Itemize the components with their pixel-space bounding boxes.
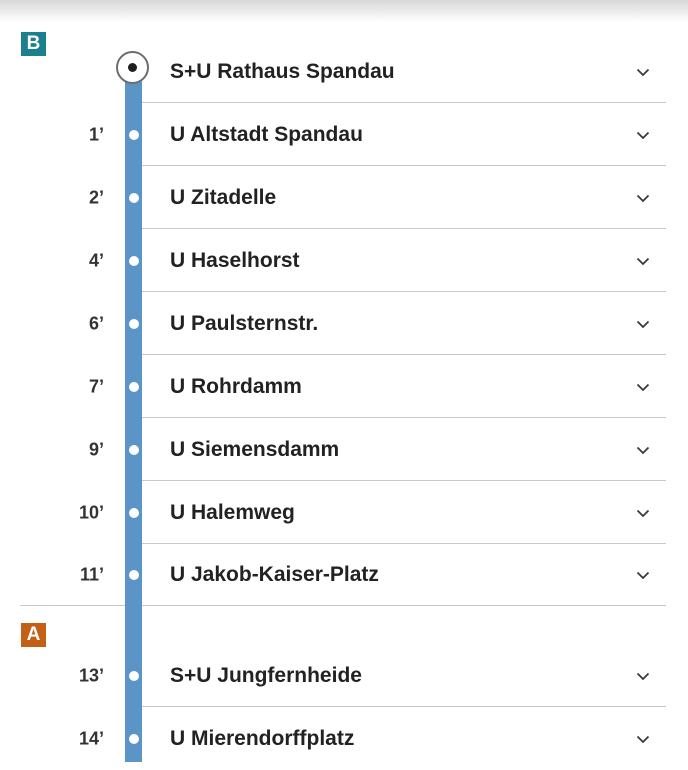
stop-row[interactable]: 9’ U Siemensdamm bbox=[0, 418, 688, 481]
stop-travel-time: 11’ bbox=[79, 564, 104, 584]
top-shadow bbox=[0, 0, 688, 22]
stop-row[interactable]: 14’ U Mierendorffplatz bbox=[0, 707, 688, 770]
stop-dot-icon bbox=[128, 733, 139, 744]
stop-name: U Halemweg bbox=[170, 500, 295, 524]
stop-travel-time: 6’ bbox=[88, 313, 104, 333]
stop-name: S+U Jungfernheide bbox=[170, 663, 362, 687]
stop-travel-time: 14’ bbox=[78, 728, 104, 748]
stop-travel-time: 7’ bbox=[88, 376, 104, 396]
stop-travel-time: 4’ bbox=[88, 250, 104, 270]
chevron-down-icon[interactable] bbox=[636, 732, 650, 746]
stop-dot-icon bbox=[128, 444, 139, 455]
stop-dot-icon bbox=[128, 318, 139, 329]
chevron-down-icon[interactable] bbox=[636, 317, 650, 331]
chevron-down-icon[interactable] bbox=[636, 380, 650, 394]
stop-name: U Paulsternstr. bbox=[170, 311, 319, 335]
chevron-down-icon[interactable] bbox=[636, 254, 650, 268]
stop-name: U Mierendorffplatz bbox=[170, 726, 355, 750]
stop-dot-icon bbox=[128, 569, 139, 580]
start-stop-marker-icon bbox=[116, 51, 149, 84]
stop-travel-time: 10’ bbox=[78, 502, 104, 522]
stop-name: U Jakob-Kaiser-Platz bbox=[170, 562, 379, 586]
stop-dot-icon bbox=[128, 129, 139, 140]
stop-row[interactable]: 10’ U Halemweg bbox=[0, 481, 688, 544]
stop-name: S+U Rathaus Spandau bbox=[170, 59, 395, 83]
chevron-down-icon[interactable] bbox=[636, 568, 650, 582]
chevron-down-icon[interactable] bbox=[636, 506, 650, 520]
stop-name: U Haselhorst bbox=[170, 248, 300, 272]
stop-dot-icon bbox=[128, 381, 139, 392]
stop-name: U Rohrdamm bbox=[170, 374, 302, 398]
stop-row[interactable]: 1’ U Altstadt Spandau bbox=[0, 103, 688, 166]
stop-name: U Altstadt Spandau bbox=[170, 122, 363, 146]
chevron-down-icon[interactable] bbox=[636, 443, 650, 457]
stop-row[interactable]: 11’ U Jakob-Kaiser-Platz bbox=[0, 543, 688, 606]
stop-travel-time: 13’ bbox=[78, 665, 104, 685]
stop-dot-icon bbox=[128, 507, 139, 518]
stop-row[interactable]: S+U Rathaus Spandau bbox=[0, 40, 688, 103]
chevron-down-icon[interactable] bbox=[636, 65, 650, 79]
chevron-down-icon[interactable] bbox=[636, 191, 650, 205]
stop-row[interactable]: 4’ U Haselhorst bbox=[0, 229, 688, 292]
stop-name: U Zitadelle bbox=[170, 185, 277, 209]
stop-row[interactable]: 2’ U Zitadelle bbox=[0, 166, 688, 229]
stop-travel-time: 2’ bbox=[88, 187, 104, 207]
stop-row[interactable]: 13’ S+U Jungfernheide bbox=[0, 644, 688, 707]
stop-row[interactable]: 6’ U Paulsternstr. bbox=[0, 292, 688, 355]
stop-row[interactable]: 7’ U Rohrdamm bbox=[0, 355, 688, 418]
stop-name: U Siemensdamm bbox=[170, 437, 340, 461]
stop-dot-icon bbox=[128, 192, 139, 203]
stop-travel-time: 9’ bbox=[88, 439, 104, 459]
stop-dot-icon bbox=[128, 255, 139, 266]
chevron-down-icon[interactable] bbox=[636, 128, 650, 142]
stop-travel-time: 1’ bbox=[88, 124, 104, 144]
chevron-down-icon[interactable] bbox=[636, 669, 650, 683]
stop-dot-icon bbox=[128, 670, 139, 681]
